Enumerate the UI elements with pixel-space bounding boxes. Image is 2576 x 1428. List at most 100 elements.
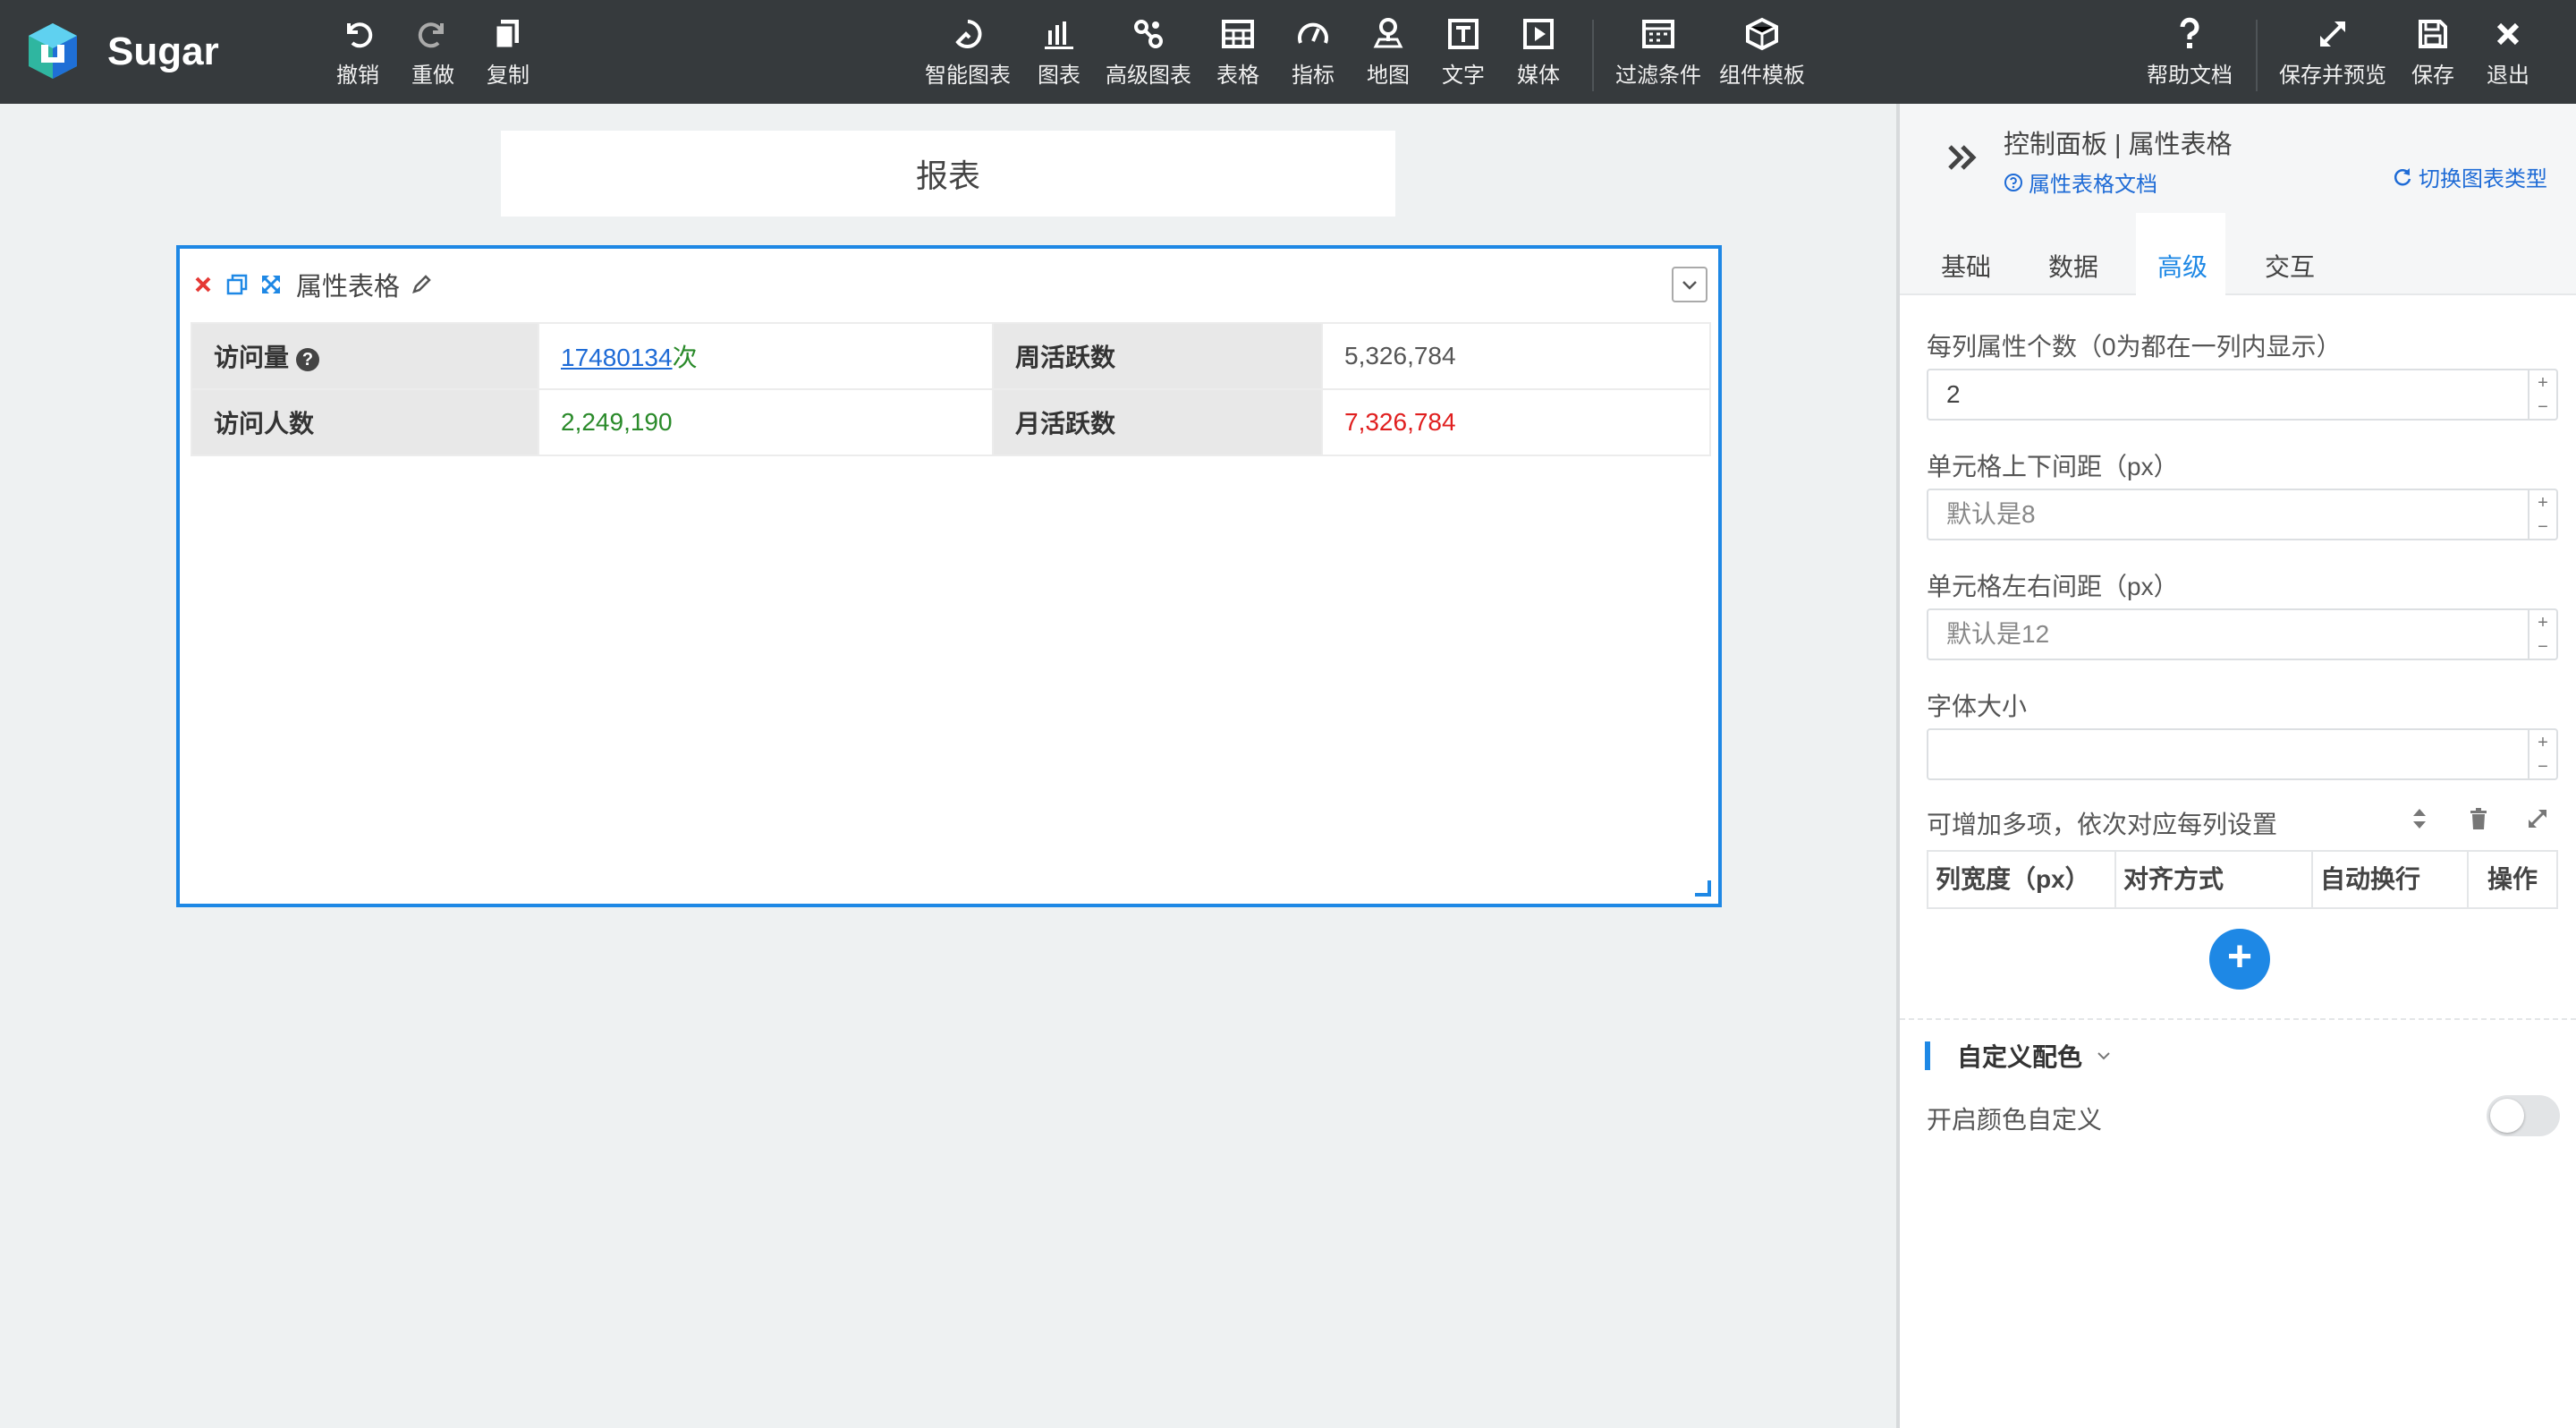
redo-icon xyxy=(418,22,444,48)
fullscreen-icon[interactable] xyxy=(258,272,284,297)
bar-chart-icon xyxy=(1045,21,1073,49)
undo-button[interactable]: 撤销 xyxy=(336,14,379,89)
custom-color-section-header[interactable]: 自定义配色 xyxy=(1925,1040,2113,1072)
switch-chart-type-link[interactable]: 切换图表类型 xyxy=(2392,161,2547,192)
column-header: 自动换行 xyxy=(2313,852,2469,907)
gauge-icon xyxy=(1298,22,1328,44)
duplicate-icon[interactable] xyxy=(225,272,250,297)
column-header: 对齐方式 xyxy=(2116,852,2313,907)
smart-chart-icon xyxy=(955,20,982,48)
question-circle-icon xyxy=(2004,173,2022,191)
map-button[interactable]: 地图 xyxy=(1367,14,1410,89)
column-settings-table-header: 列宽度（px） 对齐方式 自动换行 操作 xyxy=(1927,850,2558,909)
section-accent-bar xyxy=(1925,1041,1930,1070)
chevron-down-icon xyxy=(2097,1052,2110,1060)
cube-icon xyxy=(1746,17,1778,51)
save-button[interactable]: 保存 xyxy=(2411,14,2454,89)
cell-vpad-label: 单元格上下间距（px） xyxy=(1927,453,2179,480)
edit-pencil-icon[interactable] xyxy=(409,272,434,297)
toolbar-divider xyxy=(1592,20,1594,91)
toggle-knob xyxy=(2490,1099,2524,1133)
table-cell-value: 5,326,784 xyxy=(1321,322,1711,390)
double-chevron-right-icon[interactable] xyxy=(1943,138,1982,177)
exit-button[interactable]: 退出 xyxy=(2487,14,2529,89)
map-pin-icon xyxy=(1373,18,1403,48)
brand-name: Sugar xyxy=(107,30,219,73)
top-toolbar: Sugar 撤销 重做 复制 智能图表 图表 高级图表 表格 指标 地图 文字 xyxy=(0,0,2576,104)
table-row: 访问量? 17480134次 周活跃数 5,326,784 xyxy=(191,322,1711,390)
undo-icon xyxy=(347,22,373,48)
visits-link[interactable]: 17480134 xyxy=(561,344,673,371)
cell-vpad-input[interactable]: 默认是8 + − xyxy=(1927,489,2558,540)
close-icon xyxy=(2496,22,2520,46)
multi-items-label: 可增加多项，依次对应每列设置 xyxy=(1927,811,2278,838)
filter-button[interactable]: 过滤条件 xyxy=(1615,14,1701,89)
font-size-label: 字体大小 xyxy=(1927,693,2028,720)
save-preview-button[interactable]: 保存并预览 xyxy=(2279,14,2386,89)
section-divider xyxy=(1900,1018,2576,1020)
sort-icon[interactable] xyxy=(2406,805,2433,832)
doc-link[interactable]: 属性表格文档 xyxy=(2004,166,2157,198)
chevron-down-icon xyxy=(1682,281,1697,290)
number-stepper[interactable]: + − xyxy=(2528,490,2556,539)
advanced-chart-button[interactable]: 高级图表 xyxy=(1106,14,1191,89)
table-cell-key: 周活跃数 xyxy=(992,322,1323,390)
tab-data[interactable]: 数据 xyxy=(2027,240,2120,295)
column-header: 操作 xyxy=(2487,865,2538,893)
tab-advanced[interactable]: 高级 xyxy=(2136,240,2229,295)
toolbar-divider xyxy=(2256,20,2258,91)
control-panel: 控制面板 | 属性表格 属性表格文档 切换图表类型 基础 数据 高级 交互 每列… xyxy=(1896,104,2576,1428)
table-cell-value: 7,326,784 xyxy=(1321,388,1711,456)
table-cell-key: 访问人数 xyxy=(191,388,539,456)
chart-button[interactable]: 图表 xyxy=(1038,14,1080,89)
table-cell-key: 月活跃数 xyxy=(992,388,1323,456)
delete-icon[interactable] xyxy=(191,272,216,297)
resize-handle[interactable] xyxy=(1695,880,1711,897)
font-size-input[interactable]: + − xyxy=(1927,728,2558,780)
media-button[interactable]: 媒体 xyxy=(1517,14,1560,89)
report-canvas: 报表 属性表格 访问量? 17480134次 周活跃数 5,326,784 访问… xyxy=(0,104,1896,1428)
help-doc-button[interactable]: 帮助文档 xyxy=(2147,14,2233,89)
number-stepper[interactable]: + − xyxy=(2528,730,2556,778)
trash-icon[interactable] xyxy=(2465,805,2492,832)
expand-icon xyxy=(2320,21,2345,47)
per-column-input[interactable]: 2 + − xyxy=(1927,369,2558,421)
component-template-button[interactable]: 组件模板 xyxy=(1719,14,1805,89)
report-title[interactable]: 报表 xyxy=(501,131,1395,217)
indicator-button[interactable]: 指标 xyxy=(1292,14,1335,89)
custom-color-toggle-label: 开启颜色自定义 xyxy=(1927,1106,2103,1134)
tab-interaction[interactable]: 交互 xyxy=(2243,240,2336,295)
widget-collapse-button[interactable] xyxy=(1672,267,1707,302)
panel-header: 控制面板 | 属性表格 属性表格文档 切换图表类型 xyxy=(1900,104,2576,220)
widget-header: 属性表格 xyxy=(191,263,434,306)
help-icon[interactable]: ? xyxy=(296,347,320,371)
redo-button[interactable]: 重做 xyxy=(411,14,454,89)
add-item-button[interactable]: + xyxy=(2209,929,2270,990)
custom-color-toggle[interactable] xyxy=(2487,1095,2560,1136)
text-icon xyxy=(1448,19,1479,49)
copy-icon xyxy=(494,20,519,50)
text-button[interactable]: 文字 xyxy=(1442,14,1485,89)
cell-hpad-label: 单元格左右间距（px） xyxy=(1927,573,2179,600)
smart-chart-button[interactable]: 智能图表 xyxy=(925,14,1011,89)
tab-basic[interactable]: 基础 xyxy=(1919,240,2012,295)
save-icon xyxy=(2419,20,2447,48)
copy-button[interactable]: 复制 xyxy=(487,14,530,89)
play-icon xyxy=(1523,19,1554,49)
table-button[interactable]: 表格 xyxy=(1216,14,1259,89)
expand-icon[interactable] xyxy=(2524,805,2551,832)
per-column-label: 每列属性个数（0为都在一列内显示） xyxy=(1927,333,2342,361)
table-cell-key: 访问量? xyxy=(191,322,539,390)
panel-title: 控制面板 | 属性表格 xyxy=(2004,131,2233,159)
cell-hpad-input[interactable]: 默认是12 + − xyxy=(1927,608,2558,660)
property-table: 访问量? 17480134次 周活跃数 5,326,784 访问人数 2,249… xyxy=(191,322,1711,456)
column-header: 列宽度（px） xyxy=(1928,852,2116,907)
widget-title: 属性表格 xyxy=(296,273,401,302)
property-table-widget[interactable]: 属性表格 访问量? 17480134次 周活跃数 5,326,784 访问人数 … xyxy=(176,245,1722,907)
filter-calendar-icon xyxy=(1642,20,1674,48)
refresh-icon xyxy=(2394,167,2411,185)
table-row: 访问人数 2,249,190 月活跃数 7,326,784 xyxy=(191,388,1711,456)
number-stepper[interactable]: + − xyxy=(2528,370,2556,419)
number-stepper[interactable]: + − xyxy=(2528,610,2556,659)
multi-items-actions xyxy=(2406,805,2551,832)
